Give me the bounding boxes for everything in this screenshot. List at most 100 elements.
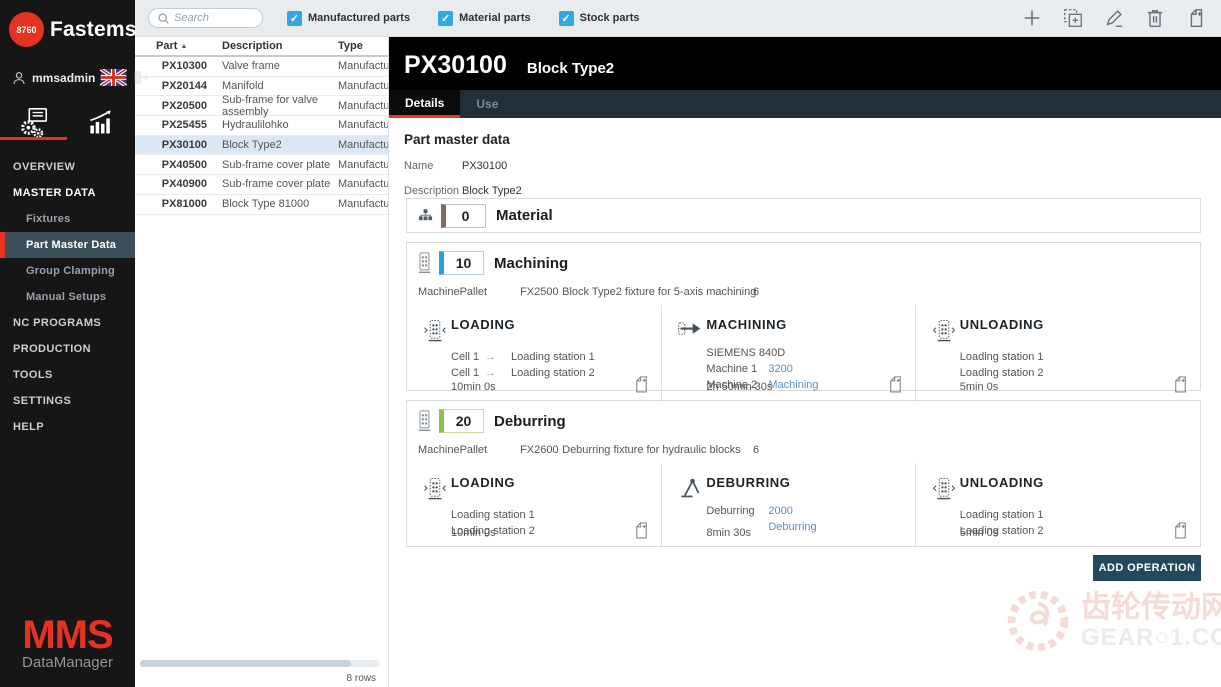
detail-header: PX30100 Block Type2	[389, 37, 1221, 90]
table-row[interactable]: PX40900 Sub-frame cover plate Manufactur…	[135, 175, 388, 195]
active-module-indicator	[0, 137, 67, 140]
watermark-text-en: GEAR○1.COM	[1081, 624, 1221, 652]
checkbox-checked-icon[interactable]	[287, 11, 302, 26]
parts-table-header: Part Description Type	[135, 37, 388, 57]
cell-description: Valve frame	[207, 60, 338, 72]
sidebar-item-master-data[interactable]: MASTER DATA	[0, 180, 135, 206]
step-duration: 2h 50min 30s	[706, 381, 772, 393]
filter-stock-parts[interactable]: Stock parts	[559, 11, 640, 26]
table-row[interactable]: PX10300 Valve frame Manufactured	[135, 57, 388, 77]
cell-part: PX81000	[135, 198, 207, 210]
brand-badge-8760: 8760	[9, 12, 44, 47]
column-header-part[interactable]: Part	[135, 40, 207, 52]
detail-panel: PX30100 Block Type2 Details Use Part mas…	[389, 37, 1221, 687]
fixture-description: Block Type2 fixture for 5-axis machining	[562, 286, 756, 298]
module-switcher	[0, 104, 135, 140]
duplicate-icon[interactable]	[1062, 7, 1084, 29]
new-document-icon[interactable]	[1185, 7, 1207, 29]
checkbox-checked-icon[interactable]	[438, 11, 453, 26]
column-header-type[interactable]: Type	[338, 40, 388, 52]
step-title: LOADING	[451, 475, 515, 490]
toolbar-actions	[1021, 7, 1221, 29]
field-name: Name PX30100	[389, 160, 1221, 172]
column-header-description[interactable]: Description	[207, 40, 338, 52]
document-add-icon[interactable]	[632, 519, 651, 541]
operation-name: Machining	[494, 255, 568, 272]
row-count-label: 8 rows	[347, 673, 376, 684]
cell-to: Loading station 2	[511, 366, 595, 382]
step-duration: 10min 0s	[451, 527, 496, 539]
operation-card-machining[interactable]: 10 Machining MachinePallet FX2500 Block …	[406, 242, 1201, 391]
program-link[interactable]: Machining	[768, 378, 818, 394]
sidebar-item-tools[interactable]: TOOLS	[0, 362, 135, 388]
step-unloading: UNLOADING Loading station 1 Loading stat…	[915, 305, 1200, 402]
checkbox-checked-icon[interactable]	[559, 11, 574, 26]
add-icon[interactable]	[1021, 7, 1043, 29]
sidebar-item-help[interactable]: HELP	[0, 414, 135, 440]
pallet-unload-icon	[928, 317, 960, 345]
filter-manufactured-parts[interactable]: Manufactured parts	[287, 11, 410, 26]
filter-material-parts[interactable]: Material parts	[438, 11, 531, 26]
program-link[interactable]: 2000	[768, 504, 792, 520]
document-add-icon[interactable]	[1171, 373, 1190, 395]
sidebar-item-production[interactable]: PRODUCTION	[0, 336, 135, 362]
edit-icon[interactable]	[1103, 7, 1125, 29]
sidebar-item-group-clamping[interactable]: Group Clamping	[0, 258, 135, 284]
cell-description: Block Type 81000	[207, 198, 338, 210]
language-flag-icon[interactable]	[100, 69, 127, 86]
cell-to: Loading station 1	[511, 350, 595, 366]
table-row[interactable]: PX81000 Block Type 81000 Manufactured	[135, 195, 388, 215]
operation-card-material[interactable]: 0 Material	[406, 198, 1201, 233]
user-icon	[11, 70, 27, 86]
program-link[interactable]: Deburring	[768, 520, 816, 536]
cell-description: Manifold	[207, 80, 338, 92]
cell-type: Manufactured	[338, 159, 388, 171]
sidebar-item-fixtures[interactable]: Fixtures	[0, 206, 135, 232]
tabbar: Details Use	[389, 90, 1221, 118]
sidebar-item-nc-programs[interactable]: NC PROGRAMS	[0, 310, 135, 336]
logout-icon[interactable]	[132, 69, 149, 86]
tab-use[interactable]: Use	[460, 90, 514, 118]
document-add-icon[interactable]	[632, 373, 651, 395]
station-label: Loading station 1	[451, 508, 651, 524]
cell-part: PX20500	[135, 100, 207, 112]
horizontal-scrollbar[interactable]	[140, 660, 380, 667]
module-monitoring[interactable]	[67, 104, 134, 140]
cell-type: Manufactured	[338, 60, 388, 72]
pallet-icon	[418, 251, 431, 275]
cell-type: Manufactured	[338, 80, 388, 92]
table-row-selected[interactable]: PX30100 Block Type2 Manufactured	[135, 136, 388, 156]
sidebar-item-overview[interactable]: OVERVIEW	[0, 154, 135, 180]
table-row[interactable]: PX25455 Hydraulilohko Manufactured	[135, 116, 388, 136]
program-link[interactable]: 3200	[768, 362, 792, 378]
user-row: mmsadmin	[0, 47, 135, 86]
operation-card-deburring[interactable]: 20 Deburring MachinePallet FX2600 Deburr…	[406, 400, 1201, 547]
scrollbar-thumb[interactable]	[140, 660, 351, 667]
tab-details[interactable]: Details	[389, 90, 460, 118]
field-value: Block Type2	[462, 185, 522, 197]
document-add-icon[interactable]	[1171, 519, 1190, 541]
table-row[interactable]: PX40500 Sub-frame cover plate Manufactur…	[135, 155, 388, 175]
document-add-icon[interactable]	[886, 373, 905, 395]
cell-type: Manufactured	[338, 100, 388, 112]
part-filters: Manufactured parts Material parts Stock …	[287, 11, 640, 26]
step-rows: Loading station 1 Loading station 2	[960, 350, 1190, 382]
delete-icon[interactable]	[1144, 7, 1166, 29]
step-title: MACHINING	[706, 317, 787, 332]
search-box[interactable]	[148, 8, 263, 28]
sidebar-item-settings[interactable]: SETTINGS	[0, 388, 135, 414]
sidebar-item-part-master-data[interactable]: Part Master Data	[0, 232, 135, 258]
sidebar-item-manual-setups[interactable]: Manual Setups	[0, 284, 135, 310]
pallet-unload-icon	[928, 475, 960, 503]
filter-label: Stock parts	[580, 12, 640, 24]
field-label: Name	[404, 160, 462, 172]
table-row[interactable]: PX20500 Sub-frame for valve assembly Man…	[135, 96, 388, 116]
add-operation-button[interactable]: ADD OPERATION	[1093, 555, 1201, 581]
step-duration: 10min 0s	[451, 381, 496, 393]
monitoring-chart-icon	[86, 107, 116, 137]
operation-cards: 0 Material 10	[406, 198, 1201, 581]
cell-part: PX30100	[135, 139, 207, 151]
module-datamanager[interactable]	[0, 104, 67, 140]
search-input[interactable]	[174, 12, 254, 24]
cell-description: Sub-frame cover plate	[207, 178, 338, 190]
